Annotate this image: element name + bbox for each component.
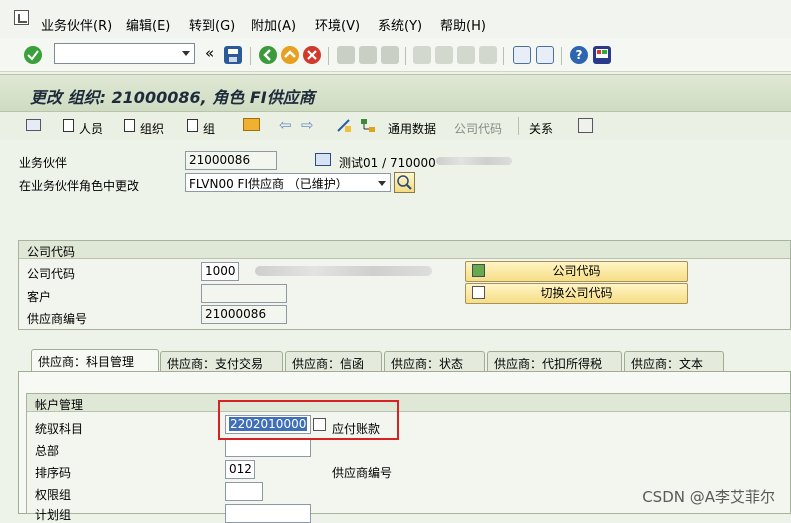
relationships-button[interactable]: 关系 (529, 120, 553, 137)
switch-role-button[interactable] (394, 172, 415, 193)
switch-view-icon[interactable] (26, 119, 41, 131)
last-page-icon[interactable] (479, 46, 497, 64)
recon-account-label: 统驭科目 (35, 422, 84, 436)
chevron-down-icon[interactable] (182, 51, 190, 56)
enter-icon[interactable] (24, 46, 42, 64)
watermark: CSDN @A李艾菲尔 (642, 488, 775, 506)
menu-business-partner[interactable]: 业务伙伴(R) (41, 15, 112, 34)
title-bar: 更改 组织: 21000086, 角色 FI供应商 (0, 74, 791, 112)
sort-key-label: 排序码 (35, 466, 72, 480)
menu-edit[interactable]: 编辑(E) (126, 15, 170, 34)
company-code-field[interactable]: 1000 (201, 262, 239, 281)
general-data-button[interactable]: 通用数据 (388, 120, 436, 137)
application-toolbar: 人员 组织 组 ⇦ ⇨ 通用数据 公司代码 关系 (0, 112, 791, 140)
display-change-icon[interactable] (336, 118, 352, 133)
system-menu-icon[interactable] (14, 10, 29, 25)
first-page-icon[interactable] (413, 46, 431, 64)
switch-icon (472, 286, 485, 299)
collapse-icon[interactable]: « (205, 44, 214, 62)
page-title: 更改 组织: 21000086, 角色 FI供应商 (30, 88, 315, 107)
arrow-right-icon[interactable]: ⇨ (301, 116, 314, 134)
menu-extras[interactable]: 附加(A) (251, 15, 296, 34)
standard-toolbar: « ? (0, 38, 791, 72)
company-code-toolbar-button[interactable]: 公司代码 (454, 120, 502, 137)
arrow-left-icon[interactable]: ⇦ (279, 116, 292, 134)
sort-key-description: 供应商编号 (332, 466, 393, 480)
vendor-number-field[interactable]: 21000086 (201, 305, 287, 324)
switch-company-code-button[interactable]: 切换公司代码 (465, 283, 688, 304)
customize-icon[interactable] (593, 46, 611, 64)
person-button[interactable]: 人员 (79, 120, 103, 137)
planning-group-label: 计划组 (35, 508, 72, 522)
prev-page-icon[interactable] (435, 46, 453, 64)
find-next-icon[interactable] (381, 46, 399, 64)
company-code-icon (472, 264, 485, 277)
chevron-down-icon[interactable] (378, 181, 386, 186)
cancel-icon[interactable] (303, 46, 321, 64)
switch-company-code-label: 切换公司代码 (540, 286, 613, 300)
customer-label: 客户 (27, 290, 52, 304)
account-management-title: 帐户管理 (27, 394, 790, 412)
vendor-number-label: 供应商编号 (27, 312, 88, 326)
document-icon (187, 119, 198, 132)
tab-account-management[interactable]: 供应商：科目管理 (31, 349, 159, 372)
hierarchy-icon[interactable] (360, 118, 376, 133)
tab-correspondence[interactable]: 供应商：信函 (285, 351, 382, 372)
organization-button[interactable]: 组织 (140, 120, 164, 137)
authorization-group-field[interactable] (225, 482, 263, 501)
bp-field[interactable]: 21000086 (185, 151, 277, 170)
tab-status[interactable]: 供应商：状态 (384, 351, 485, 372)
role-label: 在业务伙伴角色中更改 (19, 179, 140, 193)
open-folder-icon[interactable] (243, 118, 260, 131)
help-icon[interactable]: ? (570, 46, 588, 64)
head-office-field[interactable] (225, 438, 311, 457)
menu-environment[interactable]: 环境(V) (315, 15, 360, 34)
tab-withholding-tax[interactable]: 供应商：代扣所得税 (487, 351, 622, 372)
bp-list-icon[interactable] (578, 118, 593, 133)
redacted-text (436, 157, 512, 165)
tab-texts[interactable]: 供应商：文本 (624, 351, 724, 372)
print-icon[interactable] (337, 46, 355, 64)
exit-icon[interactable] (281, 46, 299, 64)
group-button[interactable]: 组 (203, 120, 215, 137)
document-icon (63, 119, 74, 132)
redacted-text (255, 266, 432, 276)
back-icon[interactable] (259, 46, 277, 64)
shortcut-icon[interactable] (536, 46, 554, 64)
next-page-icon[interactable] (457, 46, 475, 64)
sort-key-field[interactable]: 012 (225, 460, 255, 479)
highlight-box (218, 400, 399, 440)
head-office-label: 总部 (35, 444, 60, 458)
company-code-group-title: 公司代码 (19, 241, 790, 259)
building-icon (315, 153, 331, 166)
find-icon[interactable] (359, 46, 377, 64)
new-session-icon[interactable] (513, 46, 531, 64)
role-select-value: FLVN00 FI供应商 （已维护） (189, 177, 348, 191)
menu-system[interactable]: 系统(Y) (378, 15, 422, 34)
save-icon[interactable] (224, 46, 242, 64)
menu-bar: 业务伙伴(R) 编辑(E) 转到(G) 附加(A) 环境(V) 系统(Y) 帮助… (0, 0, 791, 38)
customer-field[interactable] (201, 284, 287, 303)
menu-goto[interactable]: 转到(G) (189, 15, 235, 34)
menu-help[interactable]: 帮助(H) (440, 15, 486, 34)
bp-label: 业务伙伴 (19, 156, 68, 170)
command-field[interactable] (54, 43, 195, 64)
company-code-label: 公司代码 (27, 267, 76, 281)
company-code-button-label: 公司代码 (552, 264, 601, 278)
authorization-group-label: 权限组 (35, 488, 72, 502)
company-code-button[interactable]: 公司代码 (465, 261, 688, 282)
bp-description: 测试01 / 710000 (339, 156, 436, 170)
tab-payment-transactions[interactable]: 供应商：支付交易 (160, 351, 283, 372)
role-select[interactable]: FLVN00 FI供应商 （已维护） (185, 173, 391, 192)
document-icon (124, 119, 135, 132)
